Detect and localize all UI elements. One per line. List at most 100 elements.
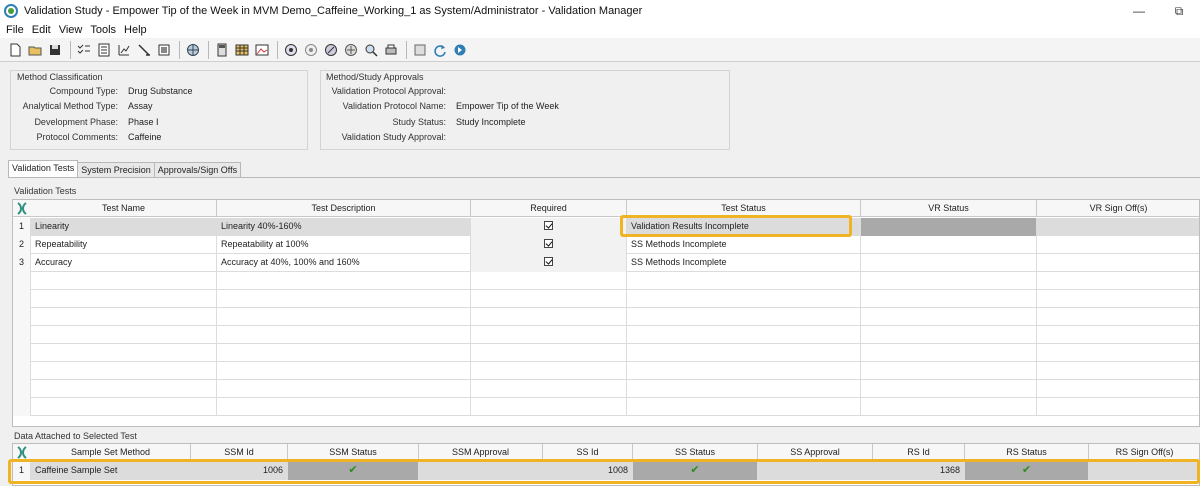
table-row[interactable]: 1 Linearity Linearity 40%-160% Validatio…: [13, 218, 1199, 236]
compound-type-value: Drug Substance: [128, 86, 193, 96]
menu-view[interactable]: View: [59, 24, 83, 36]
table-row[interactable]: 1 Caffeine Sample Set 1006 ✔ 1008 ✔ 1368…: [13, 462, 1199, 480]
target-icon[interactable]: [282, 41, 300, 59]
tab-approvals-sign-offs[interactable]: Approvals/Sign Offs: [153, 162, 242, 177]
menu-file[interactable]: File: [6, 24, 24, 36]
test-description-cell[interactable]: Accuracy at 40%, 100% and 160%: [217, 254, 471, 272]
col-ss-status[interactable]: SS Status: [633, 444, 758, 461]
disk-icon[interactable]: [322, 41, 340, 59]
report2-icon[interactable]: [411, 41, 429, 59]
save-icon[interactable]: [46, 41, 64, 59]
analytical-method-type-row: Analytical Method Type: Assay: [14, 101, 153, 111]
col-vr-signoffs[interactable]: VR Sign Off(s): [1037, 200, 1199, 217]
test-name-cell[interactable]: Repeatability: [31, 236, 217, 254]
study-status-value: Study Incomplete: [456, 117, 526, 127]
study-status-label: Study Status:: [392, 117, 446, 127]
test-status-cell[interactable]: SS Methods Incomplete: [627, 254, 861, 272]
menu-edit[interactable]: Edit: [32, 24, 51, 36]
col-ssm-id[interactable]: SSM Id: [191, 444, 288, 461]
ssm-approval-cell[interactable]: [419, 462, 543, 480]
image-icon[interactable]: [253, 41, 271, 59]
tab-divider: [8, 177, 1200, 178]
report-icon[interactable]: [95, 41, 113, 59]
vr-status-cell[interactable]: [861, 254, 1037, 272]
checklist-icon[interactable]: [75, 41, 93, 59]
next-icon[interactable]: [451, 41, 469, 59]
new-icon[interactable]: [6, 41, 24, 59]
vr-status-cell[interactable]: [861, 218, 1037, 236]
test-description-cell[interactable]: Linearity 40%-160%: [217, 218, 471, 236]
row-number: 1: [13, 462, 31, 480]
col-rs-status[interactable]: RS Status: [965, 444, 1089, 461]
vr-signoff-cell[interactable]: [1037, 218, 1199, 236]
protocol-comments-row: Protocol Comments: Caffeine: [14, 132, 161, 142]
ss-status-check-icon[interactable]: ✔: [633, 462, 758, 480]
col-ssm-status[interactable]: SSM Status: [288, 444, 419, 461]
required-cell[interactable]: [471, 254, 627, 272]
analytical-method-type-value: Assay: [128, 101, 153, 111]
vr-signoff-cell[interactable]: [1037, 236, 1199, 254]
grid-corner-icon[interactable]: [13, 200, 31, 217]
vr-signoff-cell[interactable]: [1037, 254, 1199, 272]
minimize-button[interactable]: —: [1124, 0, 1154, 22]
tab-system-precision[interactable]: System Precision: [77, 162, 155, 177]
table-row[interactable]: 2 Repeatability Repeatability at 100% SS…: [13, 236, 1199, 254]
refresh-icon[interactable]: [431, 41, 449, 59]
target2-icon[interactable]: [302, 41, 320, 59]
sample-set-method-cell[interactable]: Caffeine Sample Set: [31, 462, 191, 480]
grid-icon[interactable]: [342, 41, 360, 59]
test-status-cell[interactable]: SS Methods Incomplete: [627, 236, 861, 254]
ss-id-cell[interactable]: 1008: [543, 462, 633, 480]
required-checkbox[interactable]: [544, 257, 553, 266]
compound-type-label: Compound Type:: [49, 86, 118, 96]
open-icon[interactable]: [26, 41, 44, 59]
test-name-cell[interactable]: Linearity: [31, 218, 217, 236]
col-test-description[interactable]: Test Description: [217, 200, 471, 217]
tab-validation-tests[interactable]: Validation Tests: [8, 160, 79, 177]
col-test-status[interactable]: Test Status: [627, 200, 861, 217]
rs-id-cell[interactable]: 1368: [873, 462, 965, 480]
ss-approval-cell[interactable]: [758, 462, 873, 480]
title-bar: Validation Study - Empower Tip of the We…: [0, 0, 1200, 22]
col-required[interactable]: Required: [471, 200, 627, 217]
menu-tools[interactable]: Tools: [90, 24, 116, 36]
required-checkbox[interactable]: [544, 221, 553, 230]
grid-header: Sample Set Method SSM Id SSM Status SSM …: [13, 444, 1199, 461]
test-description-cell[interactable]: Repeatability at 100%: [217, 236, 471, 254]
required-checkbox[interactable]: [544, 239, 553, 248]
search-icon[interactable]: [362, 41, 380, 59]
col-rs-id[interactable]: RS Id: [873, 444, 965, 461]
rs-signoff-cell[interactable]: [1089, 462, 1199, 480]
ssm-id-cell[interactable]: 1006: [191, 462, 288, 480]
table-icon[interactable]: [233, 41, 251, 59]
vr-status-cell[interactable]: [861, 236, 1037, 254]
test-status-cell[interactable]: Validation Results Incomplete: [627, 218, 861, 236]
rs-status-check-icon[interactable]: ✔: [965, 462, 1089, 480]
col-sample-set-method[interactable]: Sample Set Method: [31, 444, 191, 461]
toolbar-separator: [179, 40, 180, 59]
print-icon[interactable]: [382, 41, 400, 59]
doc-icon[interactable]: [155, 41, 173, 59]
col-ss-id[interactable]: SS Id: [543, 444, 633, 461]
globe-icon[interactable]: [184, 41, 202, 59]
col-rs-signoffs[interactable]: RS Sign Off(s): [1089, 444, 1199, 461]
calc-icon[interactable]: [213, 41, 231, 59]
ssm-status-check-icon[interactable]: ✔: [288, 462, 419, 480]
menu-help[interactable]: Help: [124, 24, 147, 36]
validation-tests-grid: Test Name Test Description Required Test…: [12, 199, 1200, 427]
grid-corner-icon[interactable]: [13, 444, 31, 461]
col-vr-status[interactable]: VR Status: [861, 200, 1037, 217]
sign-icon[interactable]: [135, 41, 153, 59]
test-name-cell[interactable]: Accuracy: [31, 254, 217, 272]
col-ss-approval[interactable]: SS Approval: [758, 444, 873, 461]
protocol-approval-label: Validation Protocol Approval:: [331, 86, 446, 96]
maximize-button[interactable]: ⧉: [1164, 0, 1194, 22]
chart-icon[interactable]: [115, 41, 133, 59]
window-title: Validation Study - Empower Tip of the We…: [24, 5, 643, 17]
table-row[interactable]: 3 Accuracy Accuracy at 40%, 100% and 160…: [13, 254, 1199, 272]
col-test-name[interactable]: Test Name: [31, 200, 217, 217]
required-cell[interactable]: [471, 236, 627, 254]
compound-type-row: Compound Type: Drug Substance: [14, 86, 193, 96]
required-cell[interactable]: [471, 218, 627, 236]
col-ssm-approval[interactable]: SSM Approval: [419, 444, 543, 461]
